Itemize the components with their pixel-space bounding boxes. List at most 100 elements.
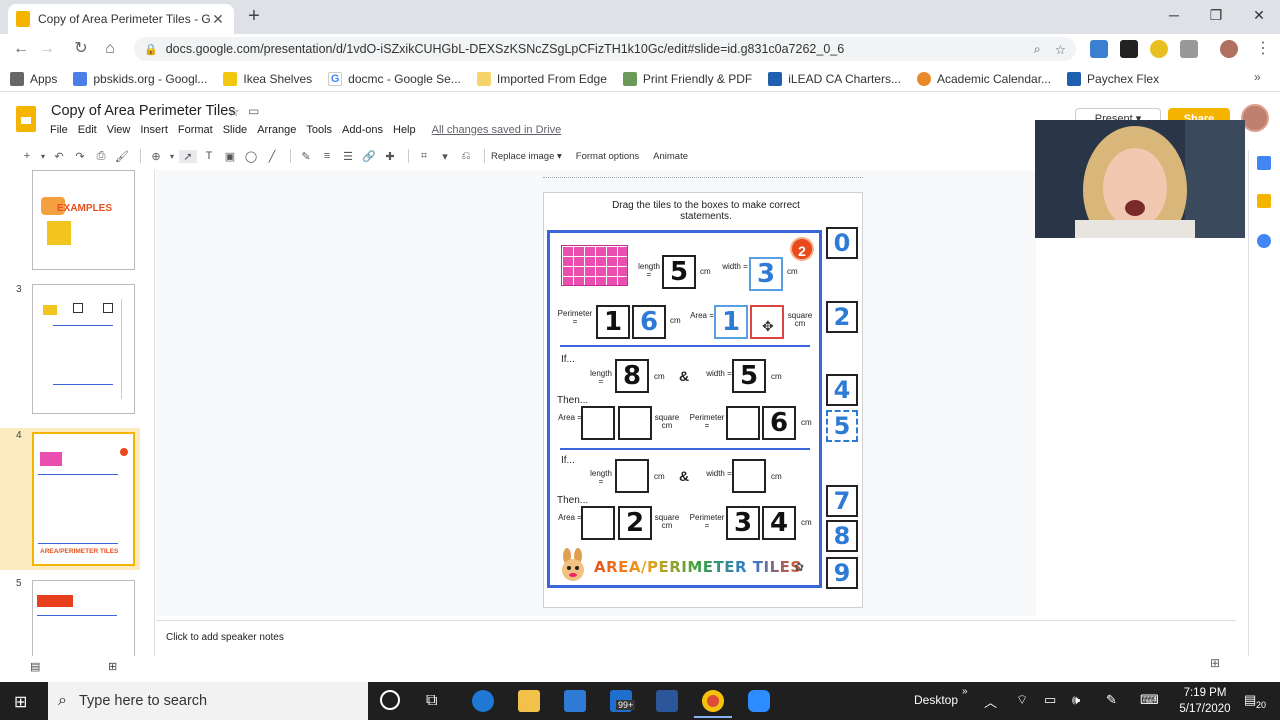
menu-addons[interactable]: Add-ons	[342, 124, 383, 136]
word-icon[interactable]	[656, 690, 678, 712]
line-icon[interactable]: ╱	[263, 150, 281, 163]
bookmark-folder[interactable]: Imported From Edge	[476, 71, 607, 86]
area-box-1[interactable]: 1	[714, 305, 748, 339]
textbox-icon[interactable]: T	[200, 150, 218, 162]
menu-help[interactable]: Help	[393, 124, 416, 136]
cortana-icon[interactable]	[380, 690, 400, 710]
width-box[interactable]: 5	[732, 359, 766, 393]
system-clock[interactable]: 7:19 PM 5/17/2020	[1170, 685, 1240, 717]
taskbar-search[interactable]: ⌕ Type here to search	[48, 682, 368, 720]
reload-icon[interactable]: ↻	[70, 38, 92, 60]
undo-icon[interactable]: ↶	[50, 150, 68, 163]
bookmark-apps[interactable]: Apps	[10, 71, 57, 86]
minimize-button[interactable]: ─	[1160, 4, 1188, 26]
paint-format-icon[interactable]: 🖌	[113, 150, 131, 163]
close-tab-icon[interactable]: ✕	[210, 11, 226, 28]
bookmark-item[interactable]: iLEAD CA Charters...	[768, 71, 901, 86]
save-status[interactable]: All changes saved in Drive	[432, 124, 562, 136]
profile-avatar[interactable]	[1220, 40, 1238, 58]
reset-image-icon[interactable]: ⎌	[457, 150, 475, 163]
extension-icon[interactable]	[1150, 40, 1168, 58]
new-tab-button[interactable]: +	[244, 6, 264, 26]
grid-view-icon[interactable]: ▤	[30, 660, 40, 673]
battery-icon[interactable]: ▭	[1044, 692, 1056, 708]
zoom-search-icon[interactable]: ⌕	[1034, 42, 1041, 57]
border-dash-icon[interactable]: ☰	[339, 150, 357, 163]
slide-thumbnail[interactable]: EXAMPLES	[32, 170, 135, 270]
address-bar[interactable]: 🔒 docs.google.com/presentation/d/1vdO-iS…	[134, 37, 1076, 61]
perimeter-box-1[interactable]: 1	[596, 305, 630, 339]
chrome-icon[interactable]	[702, 690, 724, 712]
keyboard-icon[interactable]: ⌨	[1140, 692, 1159, 708]
star-icon[interactable]: ☆	[228, 104, 240, 120]
store-icon[interactable]	[564, 690, 586, 712]
toolbar-expand-icon[interactable]: »	[962, 686, 968, 697]
volume-icon[interactable]: 🕪	[1072, 692, 1080, 708]
perimeter-box-2[interactable]: 6	[762, 406, 796, 440]
tasks-icon[interactable]	[1257, 234, 1271, 248]
bookmarks-overflow-icon[interactable]: »	[1254, 70, 1261, 84]
explore-icon[interactable]: ⊞	[1210, 656, 1220, 670]
link-icon[interactable]: 🔗	[360, 150, 378, 163]
new-slide-icon[interactable]: +	[18, 150, 36, 162]
speaker-notes[interactable]	[156, 620, 1236, 656]
slide-thumbnail[interactable]	[32, 580, 135, 656]
menu-arrange[interactable]: Arrange	[257, 124, 296, 136]
calendar-icon[interactable]	[1257, 156, 1271, 170]
keep-icon[interactable]	[1257, 194, 1271, 208]
replace-image-button[interactable]: Replace image ▾	[491, 151, 562, 162]
wifi-icon[interactable]: ⌔	[1016, 692, 1028, 708]
select-cursor-icon[interactable]: ➚	[179, 149, 197, 163]
filmstrip-view-icon[interactable]: ⊞	[108, 660, 117, 673]
move-folder-icon[interactable]: ▭	[248, 104, 259, 118]
menu-tools[interactable]: Tools	[306, 124, 332, 136]
perimeter-box-2[interactable]: 6	[632, 305, 666, 339]
edge-icon[interactable]	[472, 690, 494, 712]
width-box[interactable]: 3	[749, 257, 783, 291]
dropdown-icon[interactable]: ▾	[39, 152, 47, 161]
bookmark-item[interactable]: Paychex Flex	[1067, 71, 1159, 86]
menu-edit[interactable]: Edit	[78, 124, 97, 136]
number-tile[interactable]: 0	[826, 227, 858, 259]
speaker-notes-placeholder[interactable]: Click to add speaker notes	[166, 632, 284, 643]
number-tile[interactable]: 9	[826, 557, 858, 589]
home-icon[interactable]: ⌂	[99, 38, 121, 60]
forward-icon[interactable]: →	[36, 38, 58, 60]
extension-icon[interactable]	[1180, 40, 1198, 58]
redo-icon[interactable]: ↷	[71, 150, 89, 163]
number-tile[interactable]: 8	[826, 520, 858, 552]
perimeter-box-1[interactable]	[726, 406, 760, 440]
area-box-2[interactable]	[618, 406, 652, 440]
area-box-1[interactable]	[581, 506, 615, 540]
pen-workspace-icon[interactable]: ✎	[1106, 692, 1117, 708]
zoom-app-icon[interactable]	[748, 690, 770, 712]
number-tile[interactable]: 4	[826, 374, 858, 406]
length-box[interactable]: 8	[615, 359, 649, 393]
crop-icon[interactable]: ⌗	[415, 150, 433, 163]
comment-icon[interactable]: ✚	[381, 150, 399, 163]
length-box[interactable]: 5	[662, 255, 696, 289]
width-box[interactable]	[732, 459, 766, 493]
print-icon[interactable]: ⎙	[92, 150, 110, 163]
task-view-icon[interactable]: ⧉	[426, 692, 437, 710]
slide-thumbnail[interactable]	[32, 284, 135, 414]
number-tile[interactable]: 2	[826, 301, 858, 333]
user-avatar[interactable]	[1241, 104, 1269, 132]
windows-start-icon[interactable]: ⊞	[14, 692, 27, 712]
number-tile-selected[interactable]: 5	[826, 410, 858, 442]
border-weight-icon[interactable]: ≡	[318, 150, 336, 162]
slide-thumbnail-selected[interactable]: AREA/PERIMETER TILES	[32, 432, 135, 566]
bookmark-item[interactable]: Print Friendly & PDF	[622, 71, 752, 86]
area-box-2[interactable]: 2	[618, 506, 652, 540]
tray-chevron-icon[interactable]: ︿	[984, 692, 997, 711]
document-title[interactable]: Copy of Area Perimeter Tiles	[51, 103, 236, 119]
perimeter-box-2[interactable]: 4	[762, 506, 796, 540]
mask-image-icon[interactable]: ▾	[436, 150, 454, 163]
bookmark-item[interactable]: pbskids.org - Googl...	[73, 71, 207, 86]
dropdown-icon[interactable]: ▾	[168, 152, 176, 161]
browser-menu-icon[interactable]: ⋮	[1252, 38, 1274, 60]
menu-view[interactable]: View	[107, 124, 131, 136]
shape-icon[interactable]: ◯	[242, 150, 260, 163]
menu-file[interactable]: File	[50, 124, 68, 136]
animate-button[interactable]: Animate	[653, 151, 688, 162]
